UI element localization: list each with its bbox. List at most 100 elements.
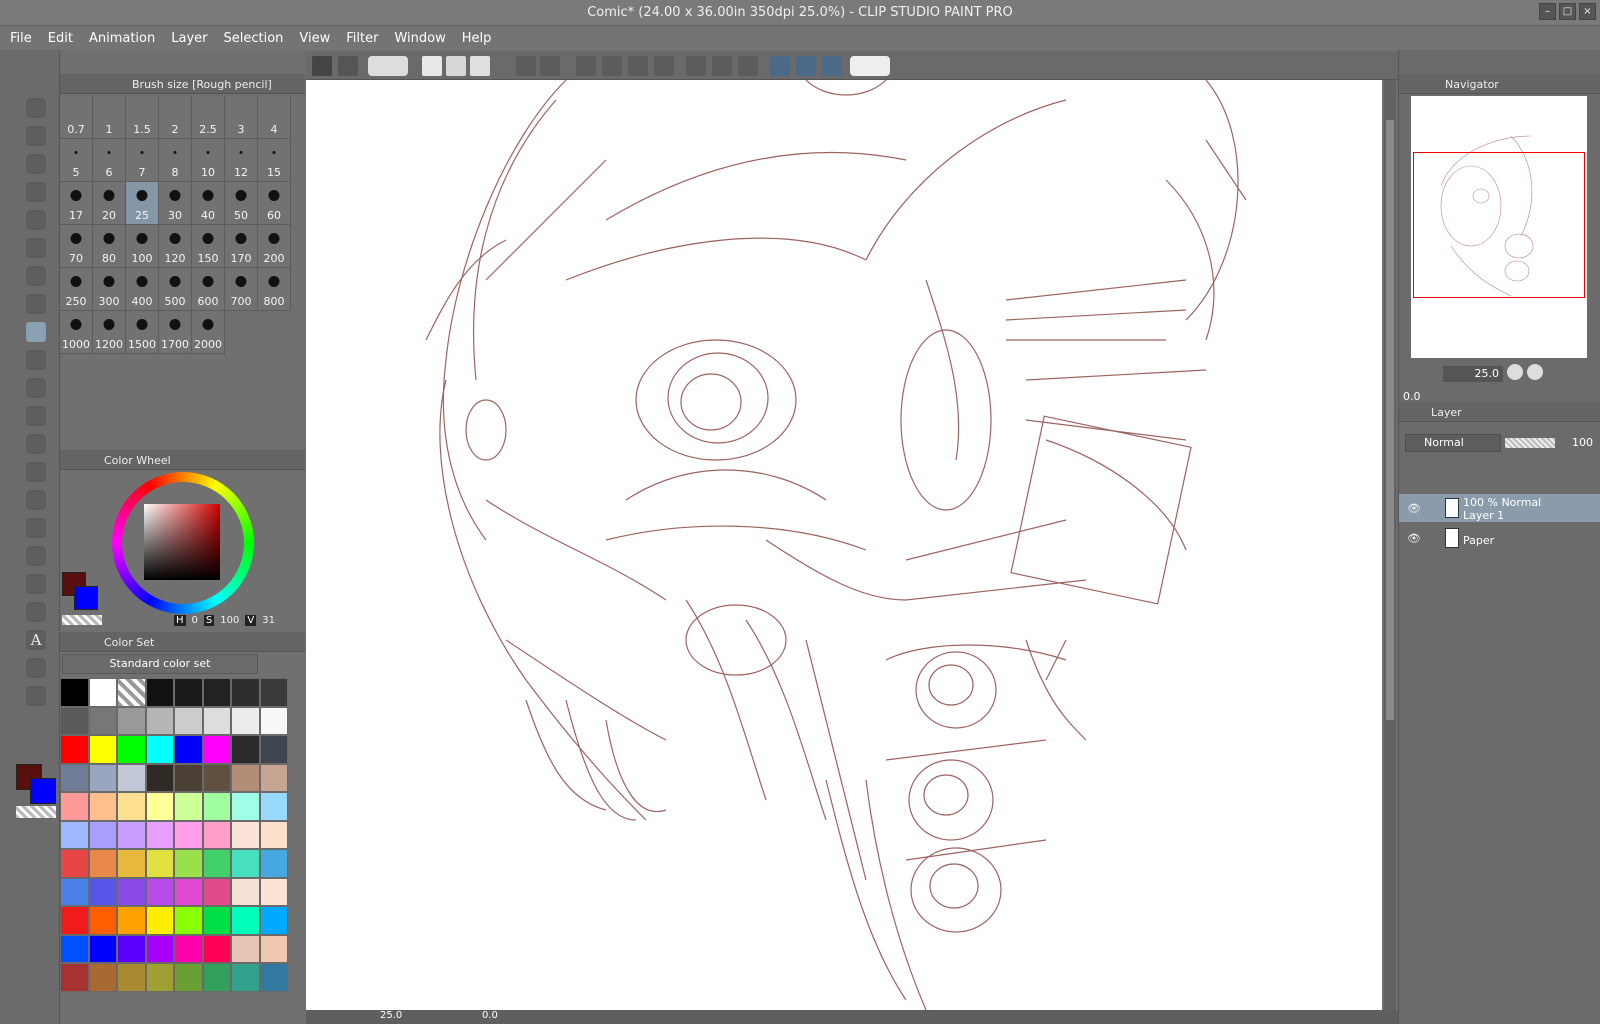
color-swatch[interactable]	[231, 763, 260, 792]
pen-tool-icon[interactable]	[26, 294, 46, 314]
close-button[interactable]: ×	[1579, 3, 1596, 20]
color-swatch[interactable]	[117, 678, 146, 707]
color-swatch[interactable]	[145, 763, 174, 792]
transform-icon[interactable]	[654, 56, 674, 76]
color-swatch[interactable]	[202, 963, 231, 992]
snap-grid-icon[interactable]	[822, 56, 842, 76]
clear-outside-icon[interactable]	[602, 56, 622, 76]
color-swatch[interactable]	[88, 934, 117, 963]
color-swatch[interactable]	[231, 963, 260, 992]
color-swatch[interactable]	[202, 706, 231, 735]
color-swatch[interactable]	[145, 877, 174, 906]
gradient-icon[interactable]	[26, 518, 46, 538]
decoration-icon[interactable]	[26, 406, 46, 426]
brush-size-option[interactable]: 1700	[159, 311, 192, 354]
brush-size-option[interactable]: 800	[258, 268, 291, 311]
menu-file[interactable]: File	[10, 31, 32, 46]
brush-size-option[interactable]: 250	[60, 268, 93, 311]
color-swatch[interactable]	[202, 792, 231, 821]
color-set-dropdown[interactable]: Standard color set	[62, 654, 258, 674]
brush-size-option[interactable]: 100	[126, 225, 159, 268]
correct-line-icon[interactable]	[26, 686, 46, 706]
wheel-sub-color[interactable]	[74, 586, 98, 610]
minimize-button[interactable]: –	[1539, 3, 1556, 20]
color-swatch[interactable]	[231, 934, 260, 963]
color-swatch[interactable]	[202, 849, 231, 878]
color-swatch[interactable]	[174, 849, 203, 878]
color-swatch[interactable]	[231, 735, 260, 764]
color-swatch[interactable]	[259, 763, 288, 792]
color-swatch[interactable]	[145, 849, 174, 878]
color-swatch[interactable]	[174, 763, 203, 792]
deselect-icon[interactable]	[686, 56, 706, 76]
brush-size-option[interactable]: 70	[60, 225, 93, 268]
brush-size-option[interactable]: 0.7	[60, 96, 93, 139]
hand-tool-icon[interactable]	[26, 126, 46, 146]
fill-icon[interactable]	[628, 56, 648, 76]
menu-layer[interactable]: Layer	[171, 31, 207, 46]
color-swatch[interactable]	[145, 963, 174, 992]
color-swatch[interactable]	[231, 706, 260, 735]
color-swatch[interactable]	[174, 906, 203, 935]
wheel-transparent-color[interactable]	[62, 615, 102, 625]
figure-icon[interactable]	[26, 546, 46, 566]
color-swatch[interactable]	[259, 906, 288, 935]
eraser-icon[interactable]	[26, 434, 46, 454]
color-swatch[interactable]	[145, 906, 174, 935]
menu-view[interactable]: View	[299, 31, 330, 46]
color-swatch[interactable]	[60, 792, 89, 821]
snap-ruler-icon[interactable]	[770, 56, 790, 76]
color-swatch[interactable]	[174, 934, 203, 963]
brush-size-option[interactable]: 60	[258, 182, 291, 225]
navigator-view-rect[interactable]	[1413, 152, 1585, 298]
color-swatch[interactable]	[117, 763, 146, 792]
color-swatch[interactable]	[231, 820, 260, 849]
brush-size-option[interactable]: 8	[159, 139, 192, 182]
color-swatch[interactable]	[117, 820, 146, 849]
brush-size-option[interactable]: 50	[225, 182, 258, 225]
color-swatch[interactable]	[88, 877, 117, 906]
show-selection-icon[interactable]	[738, 56, 758, 76]
color-swatch[interactable]	[88, 820, 117, 849]
color-swatch[interactable]	[145, 706, 174, 735]
color-swatch[interactable]	[117, 877, 146, 906]
navigator-zoom[interactable]: 25.0	[1443, 366, 1503, 382]
clear-icon[interactable]	[576, 56, 596, 76]
brush-size-option[interactable]: 150	[192, 225, 225, 268]
canvas-scroll-thumb[interactable]	[1386, 120, 1394, 720]
brush-size-option[interactable]: 2.5	[192, 96, 225, 139]
brush-size-option[interactable]: 5	[60, 139, 93, 182]
color-swatch[interactable]	[145, 934, 174, 963]
maximize-button[interactable]: □	[1559, 3, 1576, 20]
brush-size-option[interactable]: 400	[126, 268, 159, 311]
color-swatch[interactable]	[174, 820, 203, 849]
brush-size-option[interactable]: 300	[93, 268, 126, 311]
color-swatch[interactable]	[231, 792, 260, 821]
color-swatch[interactable]	[231, 678, 260, 707]
color-swatch[interactable]	[117, 706, 146, 735]
color-swatch[interactable]	[88, 849, 117, 878]
frame-border-icon[interactable]	[26, 574, 46, 594]
color-swatch[interactable]	[88, 735, 117, 764]
sub-color-swatch[interactable]	[30, 778, 56, 804]
menu-window[interactable]: Window	[394, 31, 445, 46]
layer-row-layer-1[interactable]: 👁 100 % Normal Layer 1	[1399, 494, 1600, 522]
color-swatch[interactable]	[117, 735, 146, 764]
help-icon[interactable]	[850, 56, 890, 76]
color-swatch[interactable]	[259, 963, 288, 992]
snap-special-ruler-icon[interactable]	[796, 56, 816, 76]
spiral-icon[interactable]	[368, 56, 408, 76]
color-swatch[interactable]	[174, 706, 203, 735]
color-swatch[interactable]	[88, 706, 117, 735]
new-file-icon[interactable]	[422, 56, 442, 76]
color-swatch[interactable]	[60, 934, 89, 963]
brush-size-option[interactable]: 17	[60, 182, 93, 225]
color-swatch[interactable]	[117, 849, 146, 878]
zoom-out-icon[interactable]	[1507, 364, 1523, 380]
color-swatch[interactable]	[259, 849, 288, 878]
brush-tool-icon[interactable]	[26, 350, 46, 370]
open-folder-icon[interactable]	[446, 56, 466, 76]
lasso-icon[interactable]	[26, 210, 46, 230]
menu-selection[interactable]: Selection	[223, 31, 283, 46]
eyedropper-icon[interactable]	[26, 266, 46, 286]
